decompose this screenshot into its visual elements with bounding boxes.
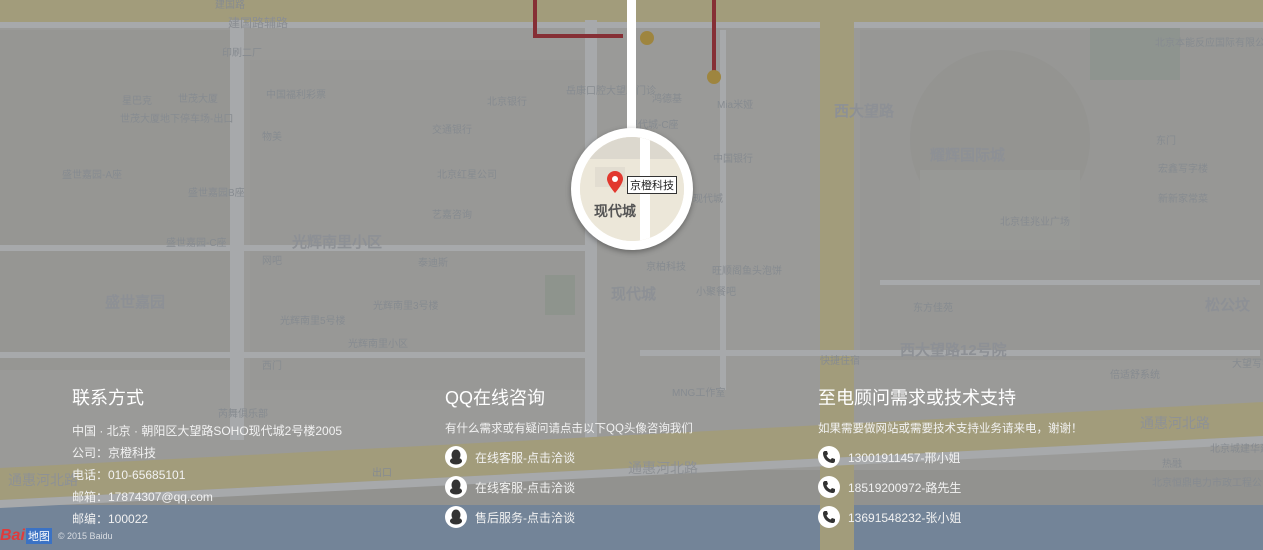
qq-subtitle: 有什么需求或有疑问请点击以下QQ头像咨询我们	[445, 423, 693, 435]
map-place-label: 世茂大厦	[178, 94, 218, 105]
qq-penguin-icon	[445, 446, 467, 468]
phone-contact-link[interactable]: 13691548232-张小姐	[818, 502, 1083, 532]
map-place-label: 新新家常菜	[1158, 194, 1208, 205]
phone-contact-label: 18519200972-路先生	[848, 480, 962, 495]
map-place-label: 松公坟	[1205, 297, 1251, 314]
map-place-label: 泰迪斯	[418, 258, 448, 269]
map-place-label: 建国路	[215, 0, 245, 11]
phone-icon	[818, 476, 840, 498]
qq-section: QQ在线咨询 有什么需求或有疑问请点击以下QQ头像咨询我们 在线客服-点击洽谈 …	[445, 384, 693, 532]
map-place-label: 盛世嘉园	[105, 294, 166, 311]
map-place-label: 京柏科技	[646, 262, 686, 273]
map-place-label: 西大望路12号院	[900, 342, 1007, 359]
map-place-label: 盛世嘉园-A座	[62, 170, 122, 181]
map-place-label: 西大望路	[834, 103, 895, 120]
map-place-label: 西门	[262, 361, 282, 372]
map-place-label: 中国福利彩票	[266, 90, 326, 101]
map-place-label: 热融	[1162, 459, 1182, 470]
map-place-label: 快捷住宿	[820, 356, 860, 367]
phone-contact-label: 13001911457-邢小姐	[848, 450, 961, 465]
baidu-logo: Bai	[0, 527, 25, 544]
map-place-label: 东门	[1156, 136, 1176, 147]
phone-contact-label: 13691548232-张小姐	[848, 510, 962, 525]
phone-icon	[818, 506, 840, 528]
map-place-label: 盛世嘉园-C座	[166, 238, 227, 249]
contact-company: 公司：京橙科技	[72, 446, 157, 460]
map-place-label: 盛世嘉园B座	[188, 188, 245, 199]
qq-service-link[interactable]: 在线客服-点击洽谈	[445, 442, 693, 472]
location-magnifier[interactable]: 现代城 京橙科技	[571, 128, 693, 250]
contact-section: 联系方式 中国 · 北京 · 朝阳区大望路SOHO现代城2号楼2005 公司：京…	[72, 384, 342, 530]
magnifier-place-name: 现代城	[594, 203, 636, 219]
qq-penguin-icon	[445, 506, 467, 528]
map-place-label: 光辉南里小区	[292, 234, 383, 251]
contact-phone: 电话：010-65685101	[72, 468, 186, 482]
map-place-label: 鸿德基	[652, 94, 682, 105]
map-marker-icon	[607, 171, 623, 198]
qq-service-label: 在线客服-点击洽谈	[475, 480, 575, 495]
map-place-label: 北京佳兆业广场	[1000, 217, 1070, 228]
map-place-label: 出口	[372, 468, 392, 479]
map-place-label: 北京本能反应国际有限公司	[1155, 38, 1263, 49]
qq-aftersales-link[interactable]: 售后服务-点击洽谈	[445, 502, 693, 532]
qq-aftersales-label: 售后服务-点击洽谈	[475, 510, 575, 525]
map-place-label: 交通银行	[432, 125, 472, 136]
map-place-label: 光辉南里5号楼	[280, 316, 346, 327]
qq-penguin-icon	[445, 476, 467, 498]
baidu-logo-map: 地图	[25, 528, 52, 544]
map-place-label: 北京红星公司	[437, 170, 497, 181]
support-title: 至电顾问需求或技术支持	[818, 388, 1016, 408]
map-place-label: 岳康口腔大望路门诊	[566, 86, 656, 97]
map-place-label: 艺嘉咨询	[432, 210, 472, 221]
map-attribution[interactable]: Bai 地图 © 2015 Baidu	[0, 522, 113, 550]
map-place-label: 光辉南里小区	[348, 339, 408, 350]
phone-contact-link[interactable]: 18519200972-路先生	[818, 472, 1083, 502]
map-place-label: 通惠河北路	[1140, 415, 1210, 431]
support-subtitle: 如果需要做网站或需要技术支持业务请来电，谢谢！	[818, 423, 1083, 435]
phone-icon	[818, 446, 840, 468]
map-place-label: 耀辉国际城	[930, 147, 1006, 164]
phone-contact-link[interactable]: 13001911457-邢小姐	[818, 442, 1083, 472]
map-place-label: 光辉南里3号楼	[373, 301, 439, 312]
map-place-label: 北京恒鼎电力市政工程公司	[1152, 478, 1263, 489]
support-section: 至电顾问需求或技术支持 如果需要做网站或需要技术支持业务请来电，谢谢！ 1300…	[818, 384, 1083, 532]
qq-service-label: 在线客服-点击洽谈	[475, 450, 575, 465]
map-place-label: 星巴克	[122, 96, 152, 107]
map-copyright: © 2015 Baidu	[57, 531, 113, 541]
map-place-label: 北京城建华建筑工程公司	[1210, 444, 1263, 455]
map-place-label: 小聚餐吧	[696, 287, 736, 298]
qq-service-link[interactable]: 在线客服-点击洽谈	[445, 472, 693, 502]
map-place-label: 印刷二厂	[222, 48, 262, 59]
map-place-label: 建国路辅路	[228, 16, 289, 30]
contact-email: 邮箱：17874307@qq.com	[72, 490, 213, 504]
map-place-label: 倍适舒系统	[1110, 370, 1160, 381]
map-place-label: 宏鑫写字楼	[1158, 164, 1208, 175]
map-place-label: 旺顺阁鱼头泡饼	[712, 266, 782, 277]
company-location-label: 京橙科技	[627, 176, 677, 194]
qq-title: QQ在线咨询	[445, 388, 546, 408]
map-place-label: 北京银行	[487, 97, 527, 108]
map-place-label: 东方佳苑	[913, 303, 953, 314]
map-place-label: 通惠河北路	[8, 472, 78, 488]
map-place-label: 现代城	[693, 194, 723, 205]
map-place-label: 物美	[262, 132, 282, 143]
map-place-label: 世茂大厦地下停车场-出口	[120, 114, 234, 125]
map-place-label: 网吧	[262, 256, 282, 267]
map-place-label: 大望写字楼	[1232, 359, 1263, 370]
map-place-label: 中国银行	[713, 154, 753, 165]
contact-address: 中国 · 北京 · 朝阳区大望路SOHO现代城2号楼2005	[72, 424, 343, 438]
contact-title: 联系方式	[72, 388, 144, 408]
map-place-label: Mia米娅	[717, 100, 754, 111]
map-place-label: 现代城	[611, 286, 657, 303]
location-pin-stem	[627, 0, 636, 138]
